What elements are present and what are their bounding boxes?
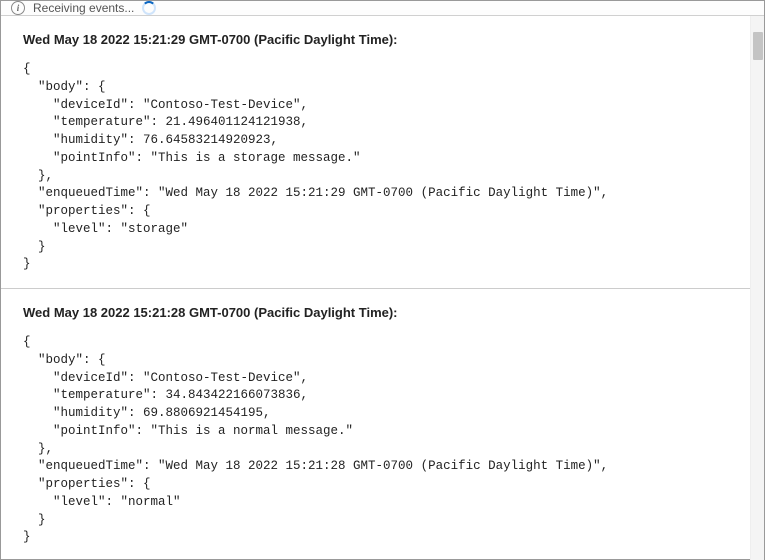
events-content: Wed May 18 2022 15:21:29 GMT-0700 (Pacif…: [1, 16, 750, 560]
events-window: i Receiving events... Wed May 18 2022 15…: [0, 0, 765, 560]
event-timestamp-header: Wed May 18 2022 15:21:29 GMT-0700 (Pacif…: [23, 32, 728, 47]
content-wrap: Wed May 18 2022 15:21:29 GMT-0700 (Pacif…: [1, 16, 764, 560]
event-json-body: { "body": { "deviceId": "Contoso-Test-De…: [23, 334, 728, 547]
status-bar: i Receiving events...: [1, 1, 764, 16]
status-text: Receiving events...: [33, 1, 134, 15]
loading-spinner-icon: [142, 1, 156, 15]
info-icon: i: [11, 1, 25, 15]
event-json-body: { "body": { "deviceId": "Contoso-Test-De…: [23, 61, 728, 274]
event-timestamp-header: Wed May 18 2022 15:21:28 GMT-0700 (Pacif…: [23, 305, 728, 320]
event-block: Wed May 18 2022 15:21:29 GMT-0700 (Pacif…: [1, 16, 750, 289]
event-block: Wed May 18 2022 15:21:28 GMT-0700 (Pacif…: [1, 289, 750, 560]
scrollbar-thumb[interactable]: [753, 32, 763, 60]
vertical-scrollbar[interactable]: [750, 16, 764, 560]
